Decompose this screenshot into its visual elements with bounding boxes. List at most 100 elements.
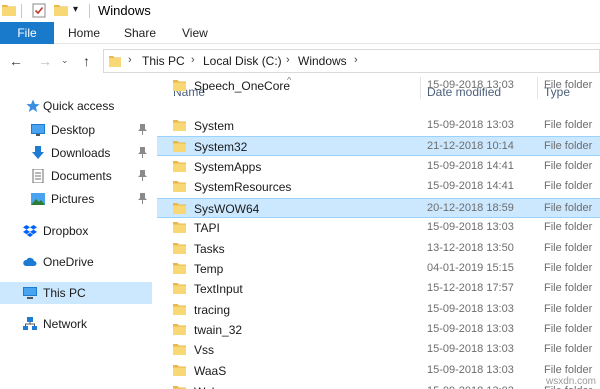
tab-share[interactable]: Share (124, 22, 156, 44)
folder-icon (173, 304, 186, 315)
sidebar-item-quick-access[interactable]: Quick access (0, 95, 152, 117)
file-row[interactable]: System32 21-12-2018 10:14 File folder (157, 136, 600, 156)
file-row[interactable]: Tasks 13-12-2018 13:50 File folder (157, 239, 600, 259)
tab-home[interactable]: Home (68, 22, 100, 44)
sidebar-item-desktop[interactable]: Desktop (0, 119, 152, 141)
file-row[interactable]: System 15-09-2018 13:03 File folder (157, 116, 600, 136)
ribbon-tabs: File Home Share View (0, 22, 600, 44)
file-name: twain_32 (194, 323, 243, 337)
customize-toolbar-icon[interactable]: ▾ (73, 4, 78, 15)
pin-icon[interactable] (138, 193, 147, 204)
file-row[interactable]: tracing 15-09-2018 13:03 File folder (157, 300, 600, 320)
file-type: File folder (544, 262, 593, 274)
onedrive-icon (23, 257, 37, 266)
desktop-icon (31, 124, 45, 136)
sidebar-item-label: Downloads (51, 146, 111, 160)
sidebar-item-network[interactable]: Network (0, 313, 152, 335)
file-row[interactable]: SystemApps 15-09-2018 14:41 File folder (157, 157, 600, 177)
sidebar-item-onedrive[interactable]: OneDrive (0, 251, 152, 273)
folder-icon (173, 222, 186, 233)
sidebar-item-label: Documents (51, 169, 112, 183)
sidebar-item-label: Desktop (51, 123, 96, 137)
file-date: 15-09-2018 14:41 (427, 180, 514, 192)
new-folder-icon[interactable] (54, 4, 68, 16)
window-title: Windows (98, 3, 151, 18)
file-row[interactable]: Web15-09-2018 13:03File folder (157, 382, 600, 389)
file-row[interactable]: TAPI 15-09-2018 13:03 File folder (157, 218, 600, 238)
folder-icon (173, 283, 186, 294)
file-type: File folder (544, 79, 593, 91)
file-name: System (194, 119, 235, 133)
file-type: File folder (544, 323, 593, 335)
folder-icon (173, 80, 186, 91)
folder-icon (173, 120, 186, 131)
file-name: Speech_OneCore (194, 79, 291, 93)
breadcrumb-chevron-icon[interactable]: › (191, 54, 195, 66)
documents-icon (32, 169, 44, 183)
folder-icon (173, 324, 186, 335)
folder-icon (109, 56, 121, 67)
file-date: 15-09-2018 13:03 (427, 119, 514, 131)
file-row[interactable]: twain_32 15-09-2018 13:03 File folder (157, 320, 600, 340)
dropbox-icon (23, 225, 37, 237)
pin-icon[interactable] (138, 170, 147, 181)
file-row[interactable]: SystemResources 15-09-2018 14:41 File fold… (157, 177, 600, 197)
file-name: TextInput (194, 282, 243, 296)
file-name: TAPI (194, 221, 220, 235)
file-type: File folder (544, 202, 593, 214)
file-type: File folder (544, 140, 593, 152)
computer-icon (23, 287, 37, 299)
back-arrow-icon[interactable]: ← (9, 53, 23, 69)
file-name: SystemResources (194, 180, 292, 194)
file-date: 04-01-2019 15:15 (427, 262, 514, 274)
breadcrumb-chevron-icon[interactable]: › (286, 54, 290, 66)
folder-icon (173, 161, 186, 172)
breadcrumb-chevron-icon[interactable]: › (354, 54, 358, 66)
file-row[interactable]: Vss 15-09-2018 13:03 File folder (157, 340, 600, 360)
breadcrumb-local-disk[interactable]: Local Disk (C:) (203, 54, 282, 68)
file-date: 15-09-2018 13:03 (427, 364, 514, 376)
sidebar-item-label: OneDrive (43, 255, 94, 269)
file-type: File folder (544, 364, 593, 376)
sidebar-item-label: Pictures (51, 192, 95, 206)
tab-file[interactable]: File (0, 22, 54, 44)
file-row[interactable]: TextInput 15-12-2018 17:57 File folder (157, 279, 600, 299)
sidebar-item-label: This PC (43, 286, 86, 300)
breadcrumb-chevron-icon[interactable]: › (128, 54, 132, 66)
file-date: 15-09-2018 13:03 (427, 323, 514, 335)
file-row[interactable]: SysWOW64 20-12-2018 18:59 File folder (157, 198, 600, 218)
file-type: File folder (544, 242, 593, 254)
sidebar-item-pictures[interactable]: Pictures (0, 188, 152, 210)
recent-locations-chevron-icon[interactable]: ⌄ (61, 55, 69, 66)
file-type: File folder (544, 119, 593, 131)
sidebar-item-downloads[interactable]: Downloads (0, 142, 152, 164)
sidebar-item-label: Network (43, 317, 88, 331)
breadcrumb-windows[interactable]: Windows (298, 54, 347, 68)
sidebar-item-documents[interactable]: Documents (0, 165, 152, 187)
folder-icon (173, 263, 186, 274)
pin-icon[interactable] (138, 147, 147, 158)
properties-icon[interactable] (32, 3, 46, 18)
file-row[interactable]: WaaS 15-09-2018 13:03 File folder (157, 361, 600, 381)
pin-icon[interactable] (138, 124, 147, 135)
file-name: System32 (194, 140, 248, 154)
file-type: File folder (544, 343, 593, 355)
file-type: File folder (544, 221, 593, 233)
breadcrumb-this-pc[interactable]: This PC (142, 54, 185, 68)
folder-icon[interactable] (2, 4, 16, 16)
file-name: tracing (194, 303, 231, 317)
file-date: 15-09-2018 13:03 (427, 385, 514, 389)
folder-icon (173, 141, 186, 152)
tab-view[interactable]: View (182, 22, 208, 44)
file-name: SysWOW64 (194, 202, 260, 216)
file-row[interactable]: Speech_OneCore 15-09-2018 13:03 File folde… (157, 77, 600, 96)
up-arrow-icon[interactable]: ↑ (83, 53, 90, 69)
sidebar-item-dropbox[interactable]: Dropbox (0, 220, 152, 242)
folder-icon (173, 344, 186, 355)
file-name: Temp (194, 262, 224, 276)
file-row[interactable]: Temp 04-01-2019 15:15 File folder (157, 259, 600, 279)
address-bar[interactable]: › This PC › Local Disk (C:) › Windows › (103, 49, 600, 73)
forward-arrow-icon[interactable]: → (38, 53, 52, 69)
sidebar-item-this-pc[interactable]: This PC (0, 282, 152, 304)
title-bar: ▾ Windows (0, 0, 600, 22)
